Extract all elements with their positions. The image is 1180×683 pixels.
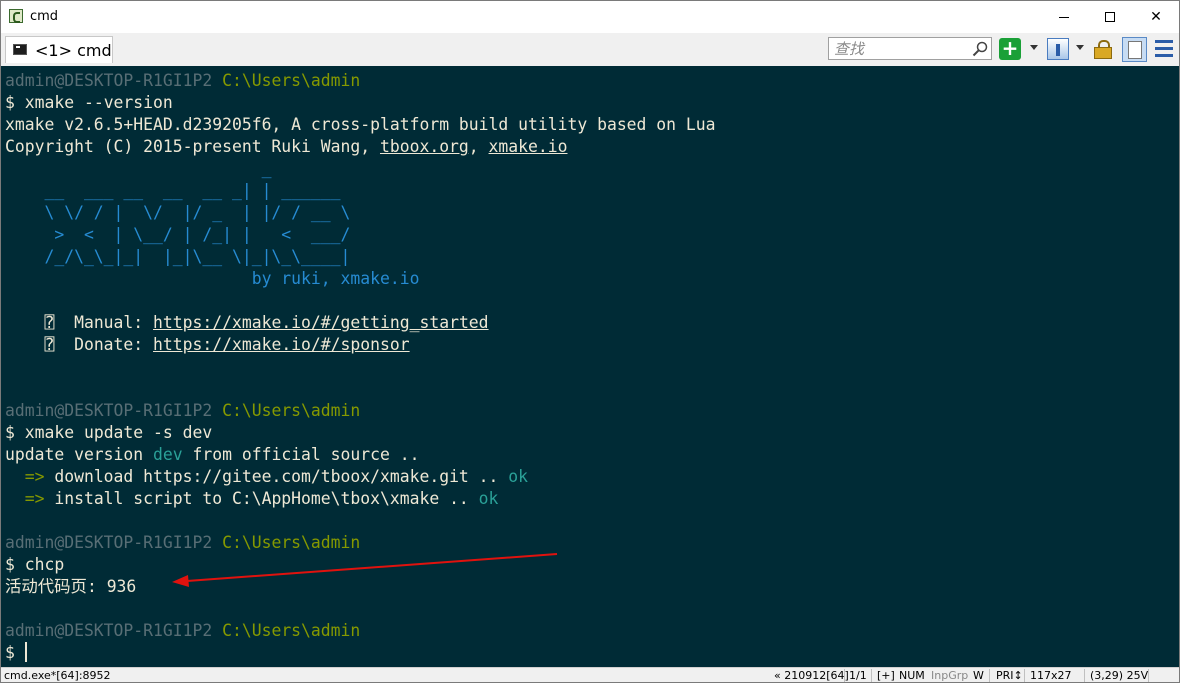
- status-buffer[interactable]: « 210912[64]: [774, 669, 849, 682]
- status-separator: [871, 669, 872, 682]
- tab-label: <1> cmd: [35, 41, 112, 60]
- menu-icon-bar: [1155, 54, 1173, 57]
- plus-icon: +: [999, 38, 1021, 60]
- terminal[interactable]: admin@DESKTOP-R1GI1P2 C:\Users\admin $ x…: [1, 66, 1179, 667]
- lock-icon: [1094, 47, 1112, 59]
- console-icon: [13, 44, 27, 55]
- split-dropdown-icon[interactable]: [1076, 45, 1084, 50]
- status-bar: cmd.exe*[64]:8952 « 210912[64] 1/1 [+] N…: [1, 667, 1179, 682]
- status-num[interactable]: NUM: [899, 669, 925, 682]
- window-title: cmd: [30, 9, 59, 24]
- split-icon: [1047, 38, 1069, 60]
- status-plus[interactable]: [+]: [877, 669, 895, 682]
- split-view-button[interactable]: [1047, 38, 1069, 60]
- annotation-arrow-head: [172, 575, 189, 587]
- toolbar: <1> cmd +: [1, 33, 1179, 66]
- panel-icon: [1122, 37, 1147, 62]
- close-button[interactable]: ✕: [1133, 1, 1179, 33]
- conemu-app-icon[interactable]: [9, 9, 23, 23]
- status-priority[interactable]: PRI↕: [996, 669, 1023, 682]
- status-inpgrp[interactable]: InpGrp: [931, 669, 968, 682]
- title-bar[interactable]: cmd ✕: [1, 1, 1179, 33]
- annotation-arrow-line: [186, 553, 558, 582]
- search-icon[interactable]: [972, 41, 988, 57]
- status-process[interactable]: cmd.exe*[64]:8952: [4, 669, 111, 682]
- minimize-button[interactable]: [1041, 1, 1087, 33]
- status-separator: [1084, 669, 1085, 682]
- status-separator: [844, 669, 845, 682]
- maximize-icon: [1105, 12, 1115, 22]
- search-input[interactable]: [829, 38, 970, 59]
- maximize-button[interactable]: [1087, 1, 1133, 33]
- panel-toggle-button[interactable]: [1122, 37, 1147, 62]
- status-position[interactable]: (3,29) 25V: [1090, 669, 1148, 682]
- new-console-button[interactable]: +: [999, 38, 1021, 60]
- new-console-dropdown-icon[interactable]: [1030, 45, 1038, 50]
- status-w[interactable]: W: [973, 669, 984, 682]
- lock-button[interactable]: [1093, 38, 1113, 60]
- main-menu-button[interactable]: [1155, 38, 1173, 60]
- tab-console-1[interactable]: <1> cmd: [5, 36, 113, 63]
- menu-icon-bar: [1155, 47, 1173, 50]
- menu-icon: [1155, 40, 1173, 43]
- annotation-arrow: [172, 553, 558, 587]
- status-separator: [1024, 669, 1025, 682]
- minimize-icon: [1059, 17, 1069, 18]
- console-window: cmd ✕ <1> cmd +: [0, 0, 1180, 683]
- status-page[interactable]: 1/1: [849, 669, 867, 682]
- status-separator: [1148, 669, 1149, 682]
- status-size[interactable]: 117x27: [1030, 669, 1072, 682]
- close-icon: ✕: [1150, 9, 1162, 25]
- search-box[interactable]: [828, 37, 992, 60]
- status-separator: [989, 669, 990, 682]
